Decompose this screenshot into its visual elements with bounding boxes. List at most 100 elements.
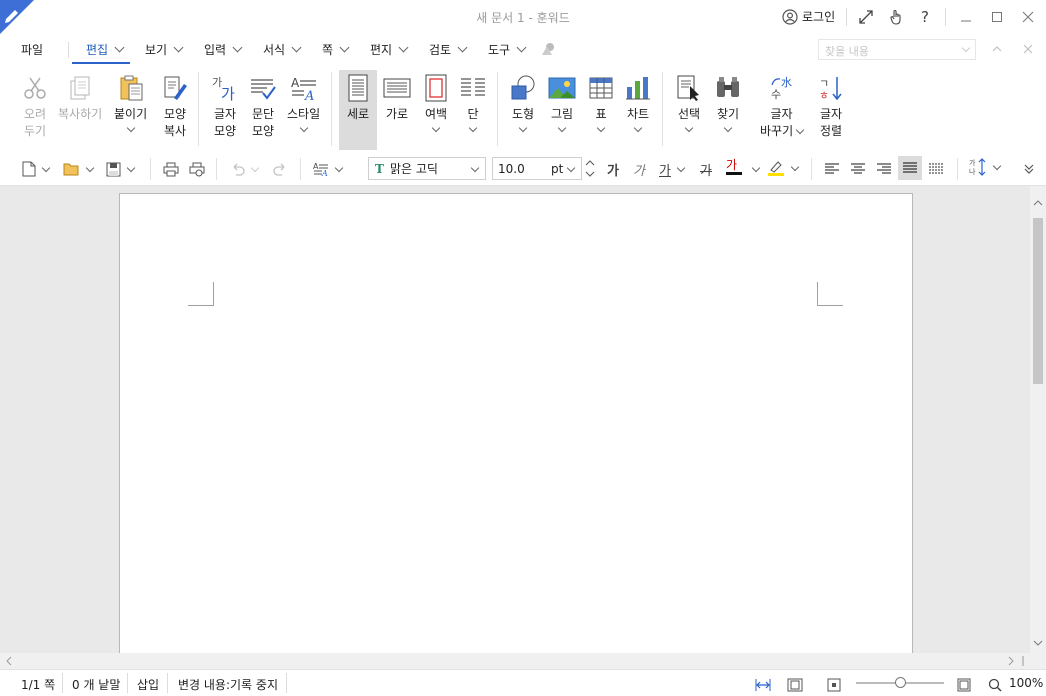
line-spacing-button[interactable]: 가나 <box>969 158 1002 176</box>
zoom-fit-button[interactable] <box>957 676 971 694</box>
vertical-scrollbar[interactable] <box>1030 186 1046 653</box>
sort-button[interactable]: ㄱㅎ 글자 정렬 <box>816 72 846 140</box>
format-copy-button[interactable]: 모양 복사 <box>160 72 190 140</box>
zoom-button[interactable] <box>988 676 1002 694</box>
font-color-button[interactable]: 가 <box>726 158 742 176</box>
menu-tools[interactable]: 도구 <box>488 41 527 58</box>
menu-file-label: 파일 <box>21 43 44 57</box>
folder-icon <box>63 163 79 176</box>
new-document-button[interactable] <box>22 160 51 178</box>
cut-button[interactable]: 오려 두기 <box>20 72 50 140</box>
align-center-button[interactable] <box>850 160 866 178</box>
minimize-button[interactable] <box>955 6 977 28</box>
underline-button[interactable]: 가 <box>659 160 686 179</box>
actual-size-button[interactable] <box>827 676 841 694</box>
zoom-slider[interactable] <box>856 677 944 688</box>
replace-button[interactable]: 水수 글자 바꾸기 <box>760 72 805 140</box>
paste-button[interactable]: 붙이기 <box>114 72 147 133</box>
find-button[interactable]: 찾기 <box>713 72 743 133</box>
svg-text:A: A <box>304 89 314 102</box>
sort-label-2: 정렬 <box>819 124 843 138</box>
shape-button[interactable]: 도형 <box>508 72 538 133</box>
char-shape-icon: 가가 <box>210 72 240 104</box>
redo-button[interactable] <box>273 160 287 178</box>
maximize-button[interactable] <box>986 6 1008 28</box>
zoom-level[interactable]: 100% <box>1009 676 1043 690</box>
margin-button[interactable]: 여백 <box>421 72 451 133</box>
para-shape-button[interactable]: 문단 모양 <box>248 72 278 140</box>
active-tab-indicator <box>72 62 130 64</box>
font-color-dropdown[interactable] <box>746 160 761 178</box>
chevron-down-icon <box>126 123 135 133</box>
landscape-button[interactable]: 가로 <box>382 72 412 123</box>
close-document-button[interactable] <box>1017 38 1039 60</box>
columns-button[interactable]: 단 <box>458 72 488 133</box>
touch-mode-icon[interactable] <box>887 8 905 26</box>
portrait-button[interactable]: 세로 <box>339 70 377 150</box>
document-page[interactable] <box>119 193 913 653</box>
fullscreen-icon[interactable] <box>857 8 875 26</box>
undo-icon <box>233 163 245 176</box>
style-picker-button[interactable]: AA <box>313 160 344 178</box>
undo-button[interactable] <box>231 160 260 178</box>
menu-mail-label: 편지 <box>370 43 393 57</box>
print-preview-button[interactable] <box>189 160 205 178</box>
track-changes-status[interactable]: 변경 내용:기록 중지 <box>178 676 278 693</box>
login-button[interactable]: 로그인 <box>782 8 835 25</box>
more-toolbar-button[interactable] <box>1023 160 1035 178</box>
align-distribute-button[interactable] <box>928 160 944 178</box>
char-shape-label-1: 글자 <box>213 107 237 121</box>
menu-mail[interactable]: 편지 <box>370 41 409 58</box>
help-icon[interactable]: ? <box>916 8 934 26</box>
open-folder-button[interactable] <box>63 160 95 178</box>
table-button[interactable]: 표 <box>586 72 616 133</box>
strikethrough-button[interactable]: 가 <box>700 160 712 179</box>
menu-edit[interactable]: 편집 <box>86 41 125 58</box>
bold-button[interactable]: 가 <box>607 160 619 179</box>
chevron-down-icon <box>596 123 606 133</box>
save-button[interactable] <box>106 160 136 178</box>
chevron-down-icon <box>114 42 125 53</box>
highlight-button[interactable] <box>767 159 800 177</box>
shapes-menu-icon[interactable] <box>539 40 557 58</box>
menu-review[interactable]: 검토 <box>429 41 468 58</box>
align-justify-button[interactable] <box>898 156 922 180</box>
align-left-button[interactable] <box>824 160 840 178</box>
close-button[interactable] <box>1017 6 1039 28</box>
word-count: 0 개 낱말 <box>72 678 121 692</box>
picture-button[interactable]: 그림 <box>547 72 577 133</box>
italic-button[interactable]: 가 <box>633 160 645 179</box>
collapse-ribbon-button[interactable] <box>986 38 1008 60</box>
font-size-input[interactable]: 10.0 pt <box>492 157 582 180</box>
insert-mode[interactable]: 삽입 <box>137 676 159 693</box>
copy-button[interactable]: 복사하기 <box>58 72 102 123</box>
menu-view[interactable]: 보기 <box>145 41 184 58</box>
fit-page-button[interactable] <box>787 676 803 694</box>
horizontal-scrollbar[interactable] <box>0 653 1046 669</box>
print-button[interactable] <box>163 160 179 178</box>
zoom-slider-thumb[interactable] <box>895 677 906 688</box>
document-canvas[interactable] <box>0 186 1030 653</box>
picture-label: 그림 <box>550 107 574 121</box>
align-center-icon <box>851 163 865 174</box>
menu-format[interactable]: 서식 <box>263 41 302 58</box>
magnifier-icon <box>988 678 1002 692</box>
format-copy-label-1: 모양 <box>163 107 187 121</box>
menu-insert[interactable]: 입력 <box>204 41 243 58</box>
char-shape-button[interactable]: 가가 글자 모양 <box>210 72 240 140</box>
menu-page[interactable]: 쪽 <box>322 41 350 58</box>
font-size-stepper[interactable] <box>583 157 597 180</box>
svg-text:A: A <box>321 169 328 177</box>
align-right-button[interactable] <box>876 160 892 178</box>
page-indicator[interactable]: 1/1 쪽 <box>21 676 55 693</box>
font-name-select[interactable]: T 맑은 고딕 <box>368 157 486 180</box>
menu-file[interactable]: 파일 <box>21 41 43 58</box>
select-button[interactable]: 선택 <box>674 72 704 133</box>
search-input[interactable]: 찾을 내용 <box>818 39 976 60</box>
save-icon <box>106 162 121 176</box>
style-button[interactable]: AA 스타일 <box>287 72 320 133</box>
fit-width-button[interactable] <box>755 676 771 694</box>
chevron-down-icon <box>457 42 468 53</box>
chart-button[interactable]: 차트 <box>623 72 653 133</box>
replace-icon: 水수 <box>767 72 797 104</box>
